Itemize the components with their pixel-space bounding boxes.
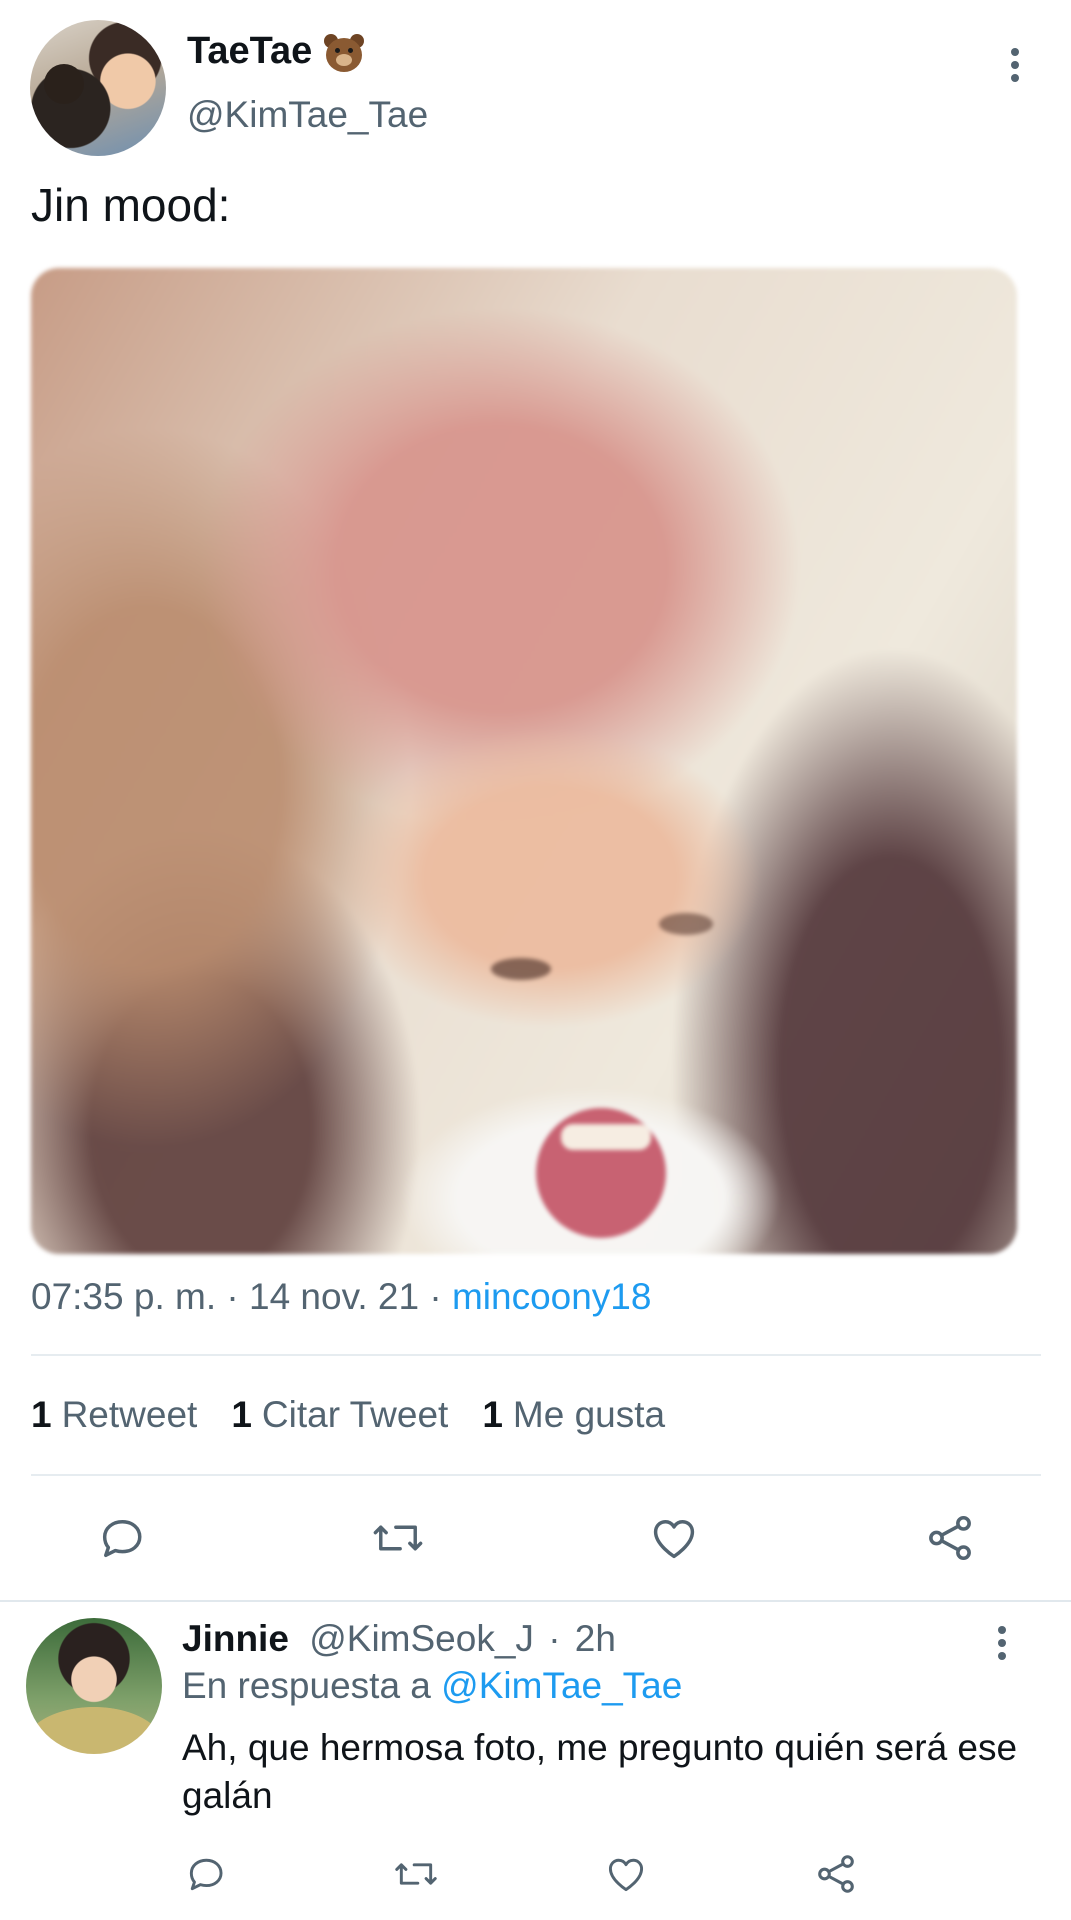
likes-count: 1 — [482, 1394, 503, 1435]
reply-author-handle[interactable]: @KimSeok_J — [309, 1618, 534, 1659]
reply-avatar[interactable] — [26, 1618, 162, 1754]
quotes-count: 1 — [231, 1394, 252, 1435]
author-display-name[interactable]: TaeTae — [187, 30, 312, 73]
retweet-icon[interactable] — [390, 1848, 442, 1900]
likes-label: Me gusta — [512, 1394, 666, 1435]
share-icon[interactable] — [920, 1508, 980, 1568]
tweet-date[interactable]: 14 nov. 21 — [249, 1276, 419, 1317]
retweets-stat[interactable]: 1 Retweet — [31, 1394, 197, 1436]
quotes-stat[interactable]: 1 Citar Tweet — [231, 1394, 448, 1436]
likes-stat[interactable]: 1 Me gusta — [482, 1394, 665, 1436]
tweet-timestamp-row: 07:35 p. m. · 14 nov. 21 · mincoony18 — [31, 1276, 651, 1318]
avatar-dog-shape — [44, 64, 84, 104]
tweet-source-link[interactable]: mincoony18 — [452, 1276, 652, 1317]
author-handle[interactable]: @KimTae_Tae — [187, 94, 428, 136]
tweet-text: Jin mood: — [31, 179, 231, 231]
retweet-icon[interactable] — [368, 1508, 428, 1568]
reply-icon[interactable] — [180, 1848, 232, 1900]
more-options-icon[interactable] — [1003, 44, 1027, 84]
share-icon[interactable] — [810, 1848, 862, 1900]
like-icon[interactable] — [600, 1848, 652, 1900]
retweets-count: 1 — [31, 1394, 52, 1435]
reply-text: Ah, que hermosa foto, me pregunto quién … — [182, 1727, 1018, 1816]
reply-header: Jinnie @KimSeok_J · 2h — [182, 1618, 616, 1660]
quotes-label: Citar Tweet — [261, 1394, 449, 1435]
separator-dot: · — [548, 1618, 561, 1659]
tweet-actions — [0, 1508, 1071, 1568]
reply-context: En respuesta a @KimTae_Tae — [182, 1665, 682, 1707]
reply-author-name[interactable]: Jinnie — [182, 1618, 289, 1659]
bear-face-icon — [322, 32, 366, 72]
separator-dot: · — [226, 1276, 239, 1317]
like-icon[interactable] — [644, 1508, 704, 1568]
divider — [31, 1474, 1041, 1476]
author-name-row[interactable]: TaeTae — [187, 30, 366, 73]
tweet-time[interactable]: 07:35 p. m. — [31, 1276, 216, 1317]
retweets-label: Retweet — [61, 1394, 198, 1435]
tweet-separator — [0, 1600, 1071, 1602]
reply-icon[interactable] — [92, 1508, 152, 1568]
divider — [31, 1354, 1041, 1356]
reply-to-handle-link[interactable]: @KimTae_Tae — [441, 1665, 682, 1706]
reply-more-options-icon[interactable] — [990, 1622, 1014, 1662]
avatar[interactable] — [30, 20, 166, 156]
reply-actions — [0, 1848, 1071, 1900]
tweet-stats: 1 Retweet 1 Citar Tweet 1 Me gusta — [31, 1394, 665, 1436]
reply-age: 2h — [574, 1618, 616, 1659]
tweet-photo[interactable] — [31, 268, 1017, 1254]
separator-dot: · — [429, 1276, 442, 1317]
reply-prefix: En respuesta a — [182, 1665, 431, 1706]
